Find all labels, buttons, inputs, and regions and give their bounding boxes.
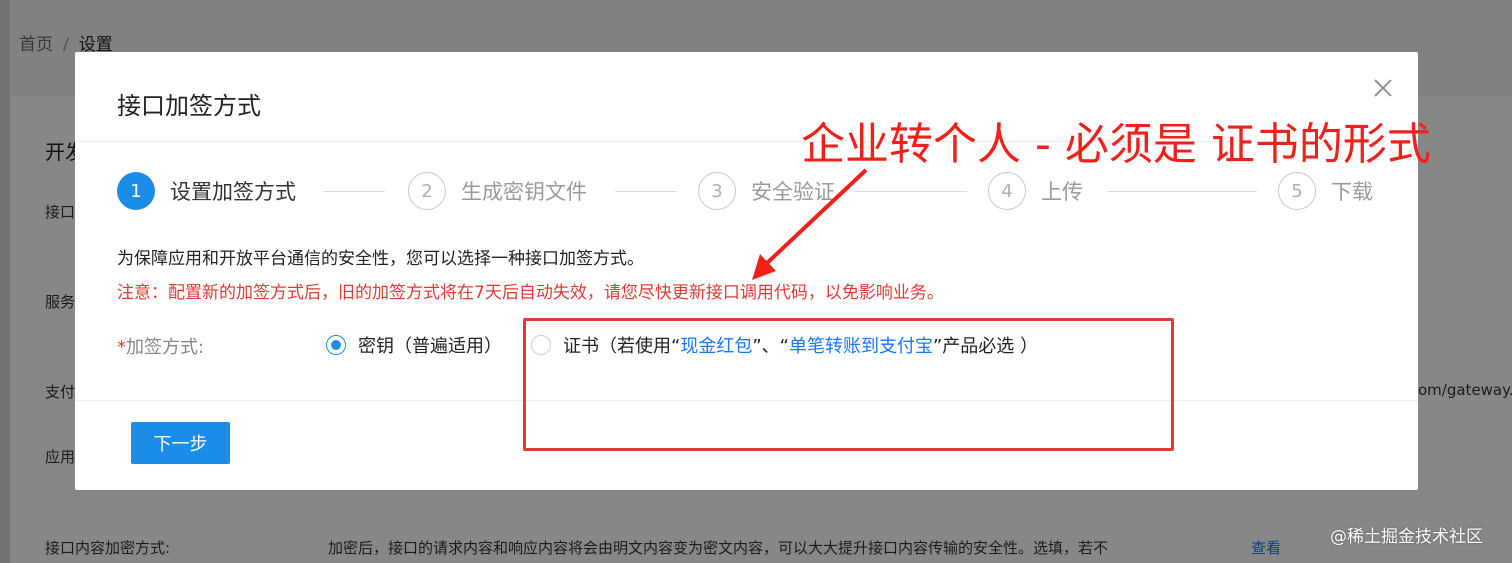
step-connector bbox=[1107, 191, 1257, 192]
modal-title: 接口加签方式 bbox=[117, 92, 261, 120]
close-icon[interactable] bbox=[1370, 75, 1396, 101]
warning-text: 注意：配置新的加签方式后，旧的加签方式将在7天后自动失效，请您尽快更新接口调用代… bbox=[117, 283, 944, 303]
annotation-highlight-box bbox=[523, 318, 1174, 451]
radio-key-label: 密钥（普遍适用） bbox=[358, 336, 502, 357]
step-connector bbox=[323, 191, 385, 192]
step-3-label: 安全验证 bbox=[751, 180, 835, 204]
step-connector bbox=[615, 191, 677, 192]
required-star: * bbox=[117, 337, 126, 358]
step-4-number: 4 bbox=[988, 172, 1026, 210]
step-connector bbox=[855, 191, 967, 192]
step-5: 5 下载 bbox=[1278, 170, 1373, 212]
annotation-text: 企业转个人 - 必须是 证书的形式 bbox=[801, 119, 1431, 170]
next-step-button[interactable]: 下一步 bbox=[131, 422, 230, 464]
step-2-number: 2 bbox=[408, 172, 446, 210]
step-2-label: 生成密钥文件 bbox=[461, 180, 587, 204]
watermark: @稀土掘金技术社区 bbox=[1330, 527, 1483, 547]
step-4: 4 上传 bbox=[988, 170, 1083, 212]
radio-checked-icon[interactable] bbox=[326, 335, 346, 355]
step-4-label: 上传 bbox=[1041, 180, 1083, 204]
step-5-label: 下载 bbox=[1331, 180, 1373, 204]
step-1-label: 设置加签方式 bbox=[170, 180, 296, 204]
step-1: 1 设置加签方式 bbox=[117, 170, 296, 212]
signing-method-label-text: 加签方式: bbox=[126, 337, 205, 358]
info-text: 为保障应用和开放平台通信的安全性，您可以选择一种接口加签方式。 bbox=[117, 249, 644, 269]
step-5-number: 5 bbox=[1278, 172, 1316, 210]
step-3-number: 3 bbox=[698, 172, 736, 210]
signing-method-label: *加签方式: bbox=[117, 333, 204, 359]
step-2: 2 生成密钥文件 bbox=[408, 170, 587, 212]
step-3: 3 安全验证 bbox=[698, 170, 835, 212]
step-1-number: 1 bbox=[117, 172, 155, 210]
radio-key-option[interactable]: 密钥（普遍适用） bbox=[326, 332, 502, 358]
